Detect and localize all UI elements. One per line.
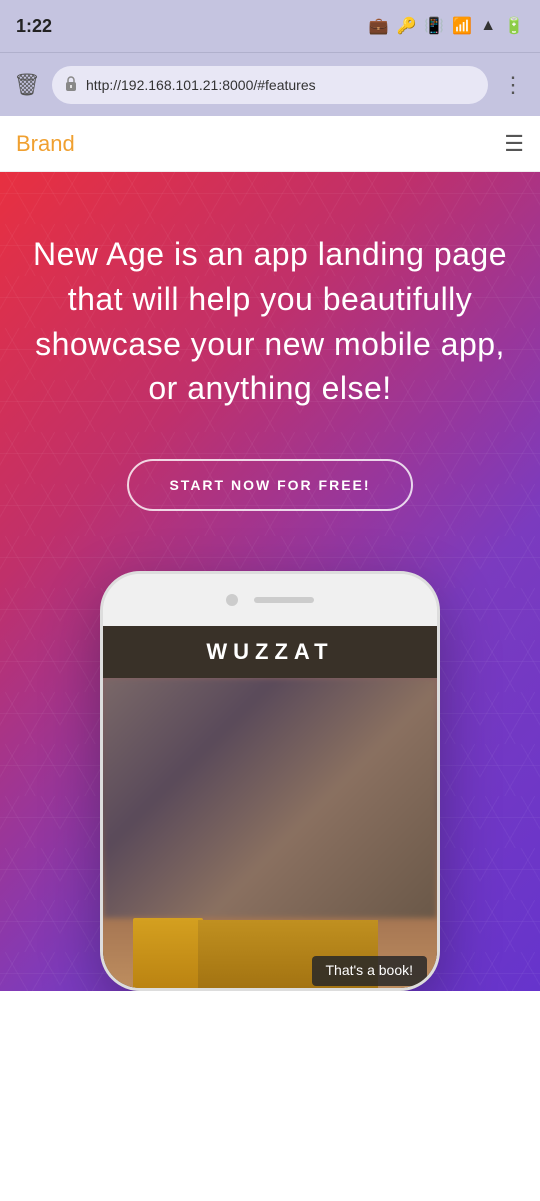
phone-screen: WUZZAT That's a book!: [103, 626, 437, 991]
phone-speaker: [254, 597, 314, 603]
phone-mockup-container: WUZZAT That's a book!: [100, 571, 440, 991]
briefcase-icon: 💼: [369, 16, 389, 36]
status-icons: 💼 🔑 📳 📶 ▲ 🔋: [369, 16, 524, 36]
trash-icon[interactable]: 🗑: [10, 68, 44, 102]
phone-app-title: WUZZAT: [206, 639, 333, 665]
phone-caption-text: That's a book!: [326, 962, 414, 978]
phone-side-button-right: [439, 654, 440, 704]
browser-menu-icon[interactable]: ⋮: [496, 66, 530, 104]
phone-mockup: WUZZAT That's a book!: [100, 571, 440, 991]
cta-button[interactable]: START NOW FOR FREE!: [127, 459, 412, 511]
nav-bar: Brand ☰: [0, 116, 540, 172]
brand-label[interactable]: Brand: [16, 131, 75, 157]
phone-side-button-left: [100, 654, 101, 684]
phone-caption-bar: That's a book!: [312, 956, 428, 986]
signal-icon: ▲: [480, 17, 496, 35]
wifi-icon: 📶: [452, 16, 472, 36]
phone-camera: [226, 594, 238, 606]
phone-top-bar: [103, 574, 437, 626]
hero-title: New Age is an app landing page that will…: [24, 232, 516, 411]
url-text: http://192.168.101.21:8000/#features: [86, 77, 476, 93]
lock-icon: [64, 75, 78, 94]
phone-people-bg: [103, 678, 437, 918]
phone-app-title-bar: WUZZAT: [103, 626, 437, 678]
status-time: 1:22: [16, 16, 52, 37]
phone-book-spine: [133, 918, 203, 991]
hamburger-menu-icon[interactable]: ☰: [504, 131, 524, 157]
vibrate-icon: 📳: [424, 16, 444, 36]
status-bar: 1:22 💼 🔑 📳 📶 ▲ 🔋: [0, 0, 540, 52]
phone-image-area: That's a book!: [103, 678, 437, 991]
hero-section: New Age is an app landing page that will…: [0, 172, 540, 991]
browser-bar: 🗑 http://192.168.101.21:8000/#features ⋮: [0, 52, 540, 116]
battery-icon: 🔋: [504, 16, 524, 36]
url-bar[interactable]: http://192.168.101.21:8000/#features: [52, 66, 488, 104]
key-icon: 🔑: [396, 16, 416, 36]
